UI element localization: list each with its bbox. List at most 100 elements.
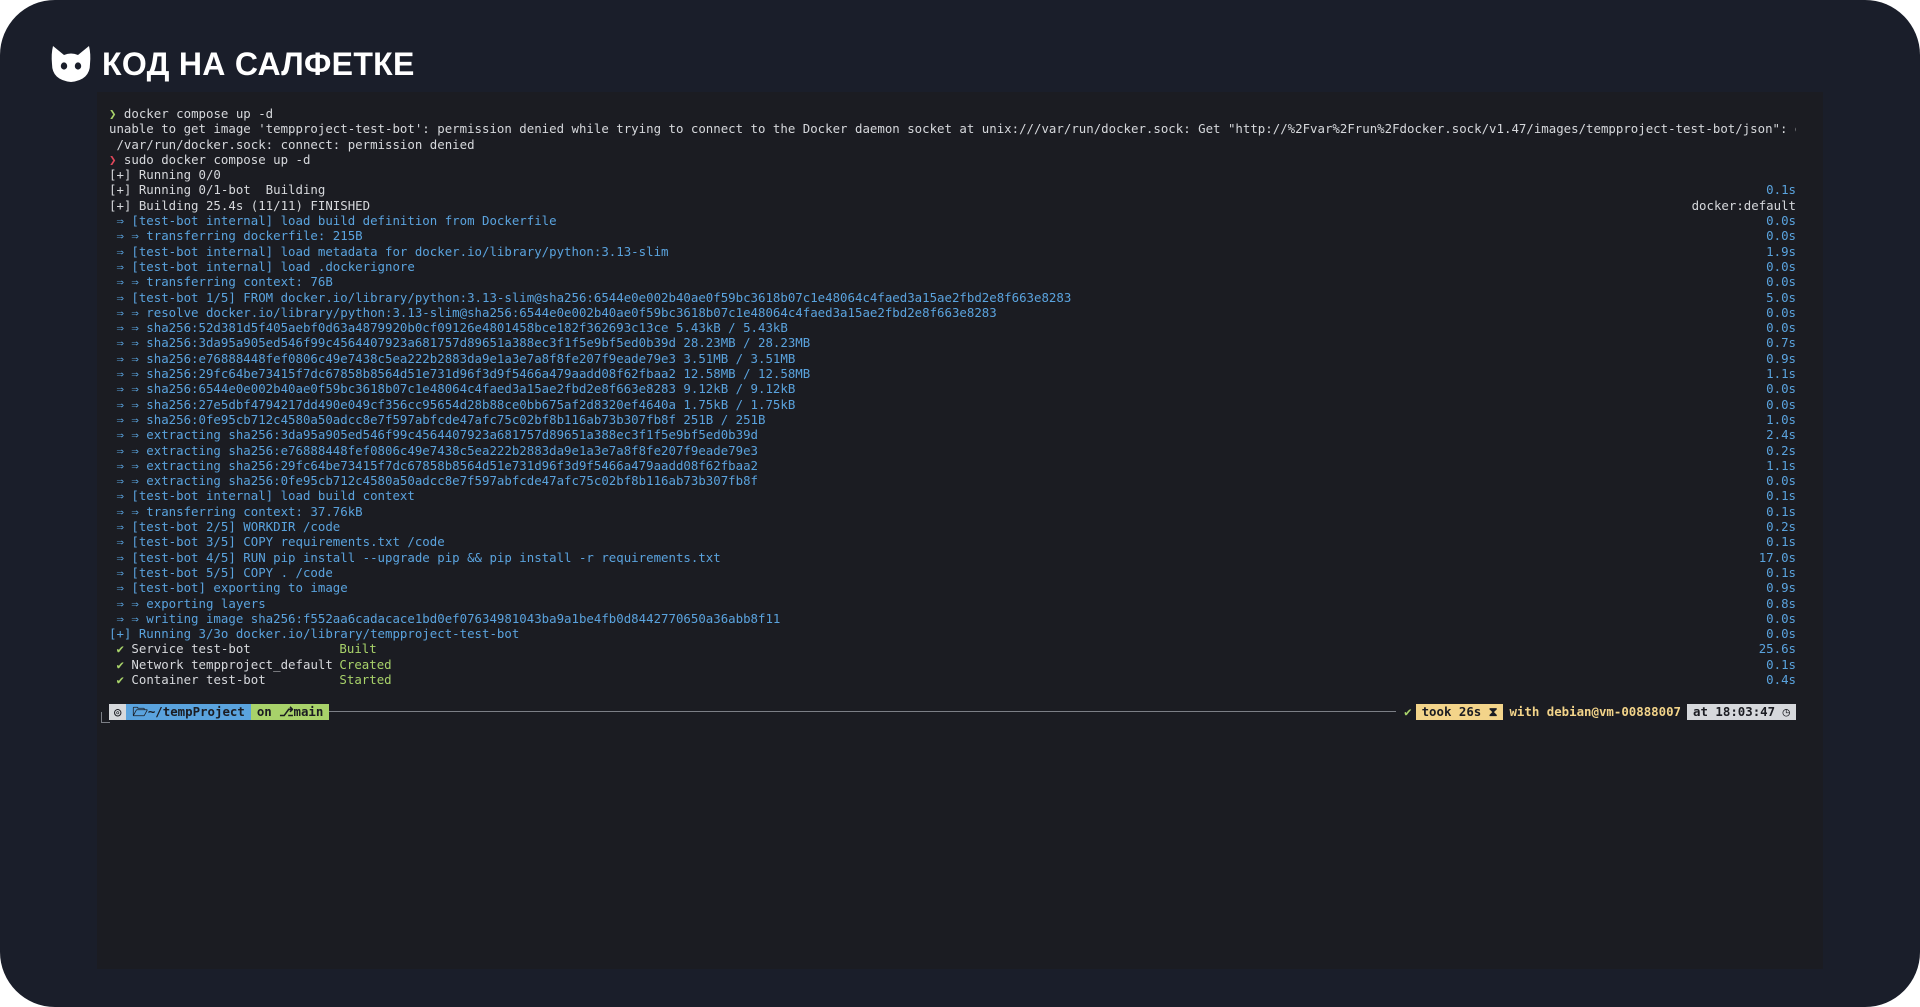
terminal-line-time: 0.0s — [1766, 228, 1796, 244]
terminal-line: ⇒ ⇒ extracting sha256:29fc64be73415f7dc6… — [109, 458, 1796, 473]
terminal-line-time: 1.0s — [1766, 411, 1796, 427]
service-status: Created — [339, 656, 392, 672]
terminal-line-text: ⇒ [test-bot internal] load .dockerignore — [109, 258, 415, 274]
terminal-line-text: ⇒ [test-bot internal] load metadata for … — [109, 243, 669, 259]
terminal-line-time: 1.1s — [1766, 457, 1796, 473]
terminal-line-time: 0.8s — [1766, 595, 1796, 611]
terminal-line-time: 0.1s — [1766, 488, 1796, 504]
terminal-line-time: 0.0s — [1766, 274, 1796, 290]
terminal-line-text: ⇒ ⇒ resolve docker.io/library/python:3.1… — [109, 304, 997, 320]
terminal-line: ⇒ ⇒ sha256:3da95a905ed546f99c4564407923a… — [109, 335, 1796, 350]
terminal-line-time: 0.0s — [1766, 381, 1796, 397]
terminal-line: ⇒ [test-bot internal] load .dockerignore… — [109, 259, 1796, 274]
terminal-line: ❯ sudo docker compose up -d — [109, 152, 1796, 167]
shell-prompt: ◎ 🗁~/tempProject on ⎇main ✔ took 26s ⧗ w… — [109, 704, 1796, 720]
terminal-line-text: ⇒ ⇒ writing image sha256:f552aa6cadacace… — [109, 610, 781, 626]
terminal-line-time: 0.1s — [1766, 503, 1796, 519]
terminal-line-text: ❯ docker compose up -d — [109, 106, 274, 121]
terminal-line: ⇒ ⇒ transferring context: 37.76kB 0.1s — [109, 504, 1796, 519]
terminal-line: /var/run/docker.sock: connect: permissio… — [109, 137, 1796, 152]
git-on-label: on — [256, 704, 272, 719]
terminal-line: ⇒ [test-bot 5/5] COPY . /code 0.1s — [109, 565, 1796, 580]
service-time: 0.4s — [1766, 671, 1796, 687]
terminal-line-text: ⇒ [test-bot 5/5] COPY . /code — [109, 564, 333, 580]
prompt-left: ◎ 🗁~/tempProject on ⎇main — [109, 704, 330, 720]
service-status: Built — [339, 641, 377, 657]
service-status-text: ✔ Service test-bot Built — [109, 641, 1759, 656]
terminal-line-text: ⇒ ⇒ sha256:0fe95cb712c4580a50adcc8e7f597… — [109, 411, 766, 427]
terminal-line-text: /var/run/docker.sock: connect: permissio… — [109, 136, 475, 152]
terminal-line: ⇒ [test-bot internal] load build context… — [109, 488, 1796, 503]
terminal-line: [+] Running 0/0 — [109, 167, 1796, 182]
duration-segment: took 26s ⧗ — [1415, 704, 1504, 720]
service-status-line: ✔ Service test-bot Built 25.6s — [109, 641, 1796, 656]
terminal-line-time: 17.0s — [1758, 549, 1796, 565]
terminal-line: ⇒ ⇒ sha256:e76888448fef0806c49e7438c5ea2… — [109, 351, 1796, 366]
terminal-line-text: unable to get image 'tempproject-test-bo… — [109, 121, 1796, 137]
terminal-line-time: 0.0s — [1766, 320, 1796, 336]
terminal-line: ⇒ ⇒ transferring dockerfile: 215B 0.0s — [109, 228, 1796, 243]
terminal-line-time: 0.2s — [1766, 442, 1796, 458]
terminal-line: ⇒ ⇒ extracting sha256:e76888448fef0806c4… — [109, 443, 1796, 458]
terminal-window[interactable]: ❯ docker compose up -d unable to get imag… — [97, 92, 1823, 969]
terminal-line-time: 0.1s — [1766, 182, 1796, 198]
terminal-line-time: 0.0s — [1766, 626, 1796, 642]
terminal-line-text: [+] Running 0/1-bot Building — [109, 182, 326, 198]
terminal-line-time: 0.9s — [1766, 580, 1796, 596]
terminal-line-text: ⇒ ⇒ sha256:3da95a905ed546f99c4564407923a… — [109, 335, 811, 351]
terminal-line: ⇒ [test-bot] exporting to image 0.9s — [109, 580, 1796, 595]
terminal-line-time: 0.7s — [1766, 335, 1796, 351]
brand-name: КОД НА САЛФЕТКЕ — [102, 45, 415, 82]
terminal-line-text: ⇒ [test-bot 2/5] WORKDIR /code — [109, 519, 341, 535]
brand: КОД НА САЛФЕТКЕ — [50, 44, 415, 84]
terminal-line: [+] Building 25.4s (11/11) FINISHED docke… — [109, 198, 1796, 213]
terminal-line: ⇒ ⇒ writing image sha256:f552aa6cadacace… — [109, 611, 1796, 626]
terminal-line-text: ⇒ ⇒ transferring context: 37.76kB — [109, 503, 363, 519]
terminal-line-text: [+] Building 25.4s (11/11) FINISHED — [109, 197, 371, 213]
terminal-line: ⇒ [test-bot internal] load build definit… — [109, 213, 1796, 228]
terminal-line-text: ⇒ [test-bot 1/5] FROM docker.io/library/… — [109, 289, 1072, 305]
terminal-line: ⇒ ⇒ exporting layers 0.8s — [109, 596, 1796, 611]
prompt-chevron-icon: ❯ — [109, 106, 117, 121]
terminal-line-text: ⇒ ⇒ extracting sha256:0fe95cb712c4580a50… — [109, 473, 759, 489]
terminal-line: ⇒ ⇒ extracting sha256:3da95a905ed546f99c… — [109, 427, 1796, 442]
terminal-line-text: ⇒ ⇒ sha256:27e5dbf4794217dd490e049cf356c… — [109, 396, 796, 412]
terminal-line-time: 0.0s — [1766, 258, 1796, 274]
terminal-line: ⇒ ⇒ extracting sha256:0fe95cb712c4580a50… — [109, 473, 1796, 488]
terminal-line: ⇒ ⇒ resolve docker.io/library/python:3.1… — [109, 305, 1796, 320]
check-icon: ✔ — [116, 671, 124, 687]
terminal-line: ⇒ ⇒ sha256:52d381d5f405aebf0d63a4879920b… — [109, 320, 1796, 335]
terminal-line-time: 0.9s — [1766, 350, 1796, 366]
terminal-line: ⇒ [test-bot 1/5] FROM docker.io/library/… — [109, 290, 1796, 305]
service-name: Service test-bot — [131, 641, 251, 657]
prompt-right: ✔ took 26s ⧗ with debian@vm-00888007 at … — [1396, 704, 1796, 720]
terminal-line-time: 0.0s — [1766, 610, 1796, 626]
git-branch-icon: ⎇ — [279, 704, 294, 719]
terminal-line: ⇒ [test-bot internal] load metadata for … — [109, 244, 1796, 259]
terminal-line-time: 0.1s — [1766, 564, 1796, 580]
terminal-line-text: ⇒ ⇒ sha256:52d381d5f405aebf0d63a4879920b… — [109, 320, 788, 336]
terminal-line-text: ⇒ [test-bot internal] load build context — [109, 488, 415, 504]
terminal-line: ⇒ [test-bot 3/5] COPY requirements.txt /… — [109, 534, 1796, 549]
prompt-chevron-icon: ❯ — [109, 151, 117, 167]
terminal-line: ❯ docker compose up -d — [109, 106, 1796, 121]
terminal-line: ⇒ ⇒ sha256:0fe95cb712c4580a50adcc8e7f597… — [109, 412, 1796, 427]
terminal-line-time: 0.0s — [1766, 213, 1796, 229]
terminal-line-text: ⇒ [test-bot 4/5] RUN pip install --upgra… — [109, 549, 721, 565]
prompt-directory: 🗁~/tempProject — [126, 704, 251, 720]
service-status-text: ✔ Network tempproject_default Created — [109, 657, 1766, 672]
terminal-line-text: ⇒ ⇒ sha256:29fc64be73415f7dc67858b8564d5… — [109, 366, 811, 382]
terminal-line-text: ⇒ [test-bot] exporting to image — [109, 580, 348, 596]
service-status-line: ✔ Network tempproject_default Created 0.1s — [109, 657, 1796, 672]
terminal-line-time: 0.0s — [1766, 473, 1796, 489]
terminal-line: ⇒ ⇒ transferring context: 76B 0.0s — [109, 274, 1796, 289]
terminal-line-text: ⇒ ⇒ extracting sha256:29fc64be73415f7dc6… — [109, 457, 759, 473]
terminal-line-time: 2.4s — [1766, 427, 1796, 443]
clock-segment: at 18:03:47 ◷ — [1687, 704, 1796, 720]
terminal-line-text: ⇒ ⇒ extracting sha256:e76888448fef0806c4… — [109, 442, 759, 458]
terminal-line-time: 0.2s — [1766, 519, 1796, 535]
terminal-line-time: 0.0s — [1766, 396, 1796, 412]
terminal-line-text: [+] Running 3/3o docker.io/library/tempp… — [109, 626, 520, 642]
terminal-output: ❯ docker compose up -d unable to get imag… — [109, 106, 1796, 687]
terminal-line-text: ⇒ ⇒ transferring context: 76B — [109, 274, 333, 290]
